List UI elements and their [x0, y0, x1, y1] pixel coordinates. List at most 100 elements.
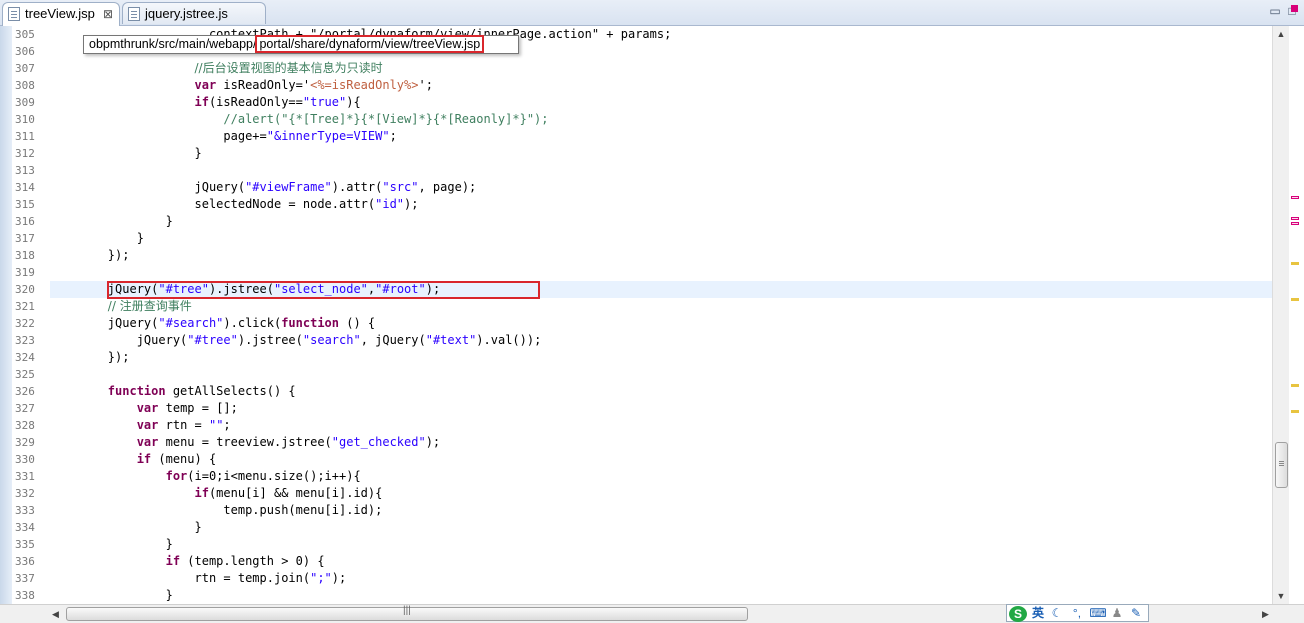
code-editor[interactable]: 305 306 307 308 309 310 311 312 313 314 315 316 317 3…	[0, 26, 1304, 604]
tab-label: jquery.jstree.js	[145, 6, 228, 21]
code-line-333: temp.push(menu[i].id);	[223, 503, 383, 517]
code-line-331: for(i=0;i<menu.size();i++){	[165, 469, 361, 483]
code-line-327: var temp = [];	[136, 401, 238, 415]
sogou-logo-icon[interactable]: S	[1009, 606, 1027, 622]
code-line-312: }	[194, 146, 202, 160]
code-line-307: //后台设置视图的基本信息为只读时	[194, 61, 383, 75]
warning-marker[interactable]	[1291, 384, 1299, 387]
error-marker[interactable]	[1291, 222, 1299, 225]
code-line-311: page+="&innerType=VIEW";	[223, 129, 397, 143]
horizontal-scroll-thumb[interactable]: |||	[66, 605, 748, 621]
tab-label: treeView.jsp	[25, 6, 95, 21]
line-number: 322	[15, 317, 35, 330]
line-number: 314	[15, 181, 35, 194]
line-number: 337	[15, 572, 35, 585]
code-line-321: // 注册查询事件	[107, 299, 192, 313]
code-line-336: if (temp.length > 0) {	[165, 554, 325, 568]
line-number: 331	[15, 470, 35, 483]
line-number: 318	[15, 249, 35, 262]
code-area[interactable]: contextPath + "/portal/dynaform/view/inn…	[50, 26, 1272, 604]
code-line-322: jQuery("#search").click(function () {	[107, 316, 376, 330]
user-icon[interactable]: ♟	[1109, 605, 1125, 623]
jsp-file-icon	[8, 7, 20, 21]
line-number: 336	[15, 555, 35, 568]
line-number: 325	[15, 368, 35, 381]
line-number: 333	[15, 504, 35, 517]
moon-icon[interactable]: ☾	[1049, 605, 1065, 623]
warning-marker[interactable]	[1291, 298, 1299, 301]
line-number: 326	[15, 385, 35, 398]
code-line-328: var rtn = "";	[136, 418, 231, 432]
scroll-up-icon[interactable]: ▲	[1273, 26, 1289, 42]
line-number: 306	[15, 45, 35, 58]
line-number: 338	[15, 589, 35, 602]
line-number: 305	[15, 28, 35, 41]
code-line-314: jQuery("#viewFrame").attr("src", page);	[194, 180, 477, 194]
code-line-324: });	[107, 350, 130, 364]
highlight-box-select-node	[107, 281, 540, 299]
tab-jquery-jstree-js[interactable]: jquery.jstree.js	[122, 2, 266, 24]
line-number: 313	[15, 164, 35, 177]
tooltip-path-prefix: obpmthrunk/src/main/webapp/	[89, 37, 257, 51]
line-number: 321	[15, 300, 35, 313]
warning-marker[interactable]	[1291, 410, 1299, 413]
line-number: 330	[15, 453, 35, 466]
code-line-323: jQuery("#tree").jstree("search", jQuery(…	[136, 333, 542, 347]
error-overview-indicator[interactable]	[1291, 5, 1298, 12]
code-line-332: if(menu[i] && menu[i].id){	[194, 486, 383, 500]
line-number: 315	[15, 198, 35, 211]
code-line-329: var menu = treeview.jstree("get_checked"…	[136, 435, 441, 449]
language-toggle[interactable]: 英	[1029, 605, 1047, 623]
line-number: 334	[15, 521, 35, 534]
line-number: 317	[15, 232, 35, 245]
line-number: 324	[15, 351, 35, 364]
code-line-338: }	[165, 588, 173, 602]
code-line-335: }	[165, 537, 173, 551]
code-line-334: }	[194, 520, 202, 534]
line-number: 323	[15, 334, 35, 347]
error-marker[interactable]	[1291, 217, 1299, 220]
code-line-317: }	[136, 231, 144, 245]
overview-ruler[interactable]	[1289, 26, 1304, 604]
tools-icon[interactable]: ✎	[1127, 605, 1145, 623]
line-number: 310	[15, 113, 35, 126]
code-line-318: });	[107, 248, 130, 262]
punctuation-icon[interactable]: °,	[1067, 605, 1087, 623]
scroll-down-icon[interactable]: ▼	[1273, 588, 1289, 604]
line-number: 335	[15, 538, 35, 551]
line-number: 332	[15, 487, 35, 500]
js-file-icon	[128, 7, 140, 21]
editor-tab-bar: treeView.jsp ⊠ jquery.jstree.js ▭ □	[0, 0, 1304, 26]
line-number: 307	[15, 62, 35, 75]
tab-treeview-jsp[interactable]: treeView.jsp ⊠	[2, 2, 120, 26]
editor-margin	[0, 26, 12, 604]
code-line-326: function getAllSelects() {	[107, 384, 296, 398]
code-line-330: if (menu) {	[136, 452, 217, 466]
code-line-337: rtn = temp.join(";");	[194, 571, 347, 585]
keyboard-icon[interactable]: ⌨	[1089, 605, 1107, 623]
line-number-gutter: 305 306 307 308 309 310 311 312 313 314 315 316 317 3…	[12, 26, 50, 604]
close-tab-icon[interactable]: ⊠	[103, 3, 113, 25]
tooltip-path-highlight: portal/share/dynaform/view/treeView.jsp	[255, 35, 485, 53]
line-number: 320	[15, 283, 35, 296]
code-line-315: selectedNode = node.attr("id");	[194, 197, 419, 211]
vertical-scrollbar[interactable]: ▲ ▼	[1272, 26, 1289, 604]
code-line-308: var isReadOnly='<%=isReadOnly%>';	[194, 78, 433, 92]
line-number: 312	[15, 147, 35, 160]
line-number: 309	[15, 96, 35, 109]
line-number: 327	[15, 402, 35, 415]
warning-marker[interactable]	[1291, 262, 1299, 265]
minimize-icon[interactable]: ▭	[1267, 3, 1283, 19]
code-line-310: //alert("{*[Tree]*}{*[View]*}{*[Reaonly]…	[223, 112, 549, 126]
code-line-309: if(isReadOnly=="true"){	[194, 95, 361, 109]
line-number: 319	[15, 266, 35, 279]
scroll-left-icon[interactable]: ◀	[52, 605, 59, 623]
file-path-tooltip: obpmthrunk/src/main/webapp/portal/share/…	[83, 35, 519, 54]
scroll-right-icon[interactable]: ▶	[1262, 605, 1269, 623]
line-number: 329	[15, 436, 35, 449]
vertical-scroll-thumb[interactable]	[1275, 442, 1288, 488]
error-marker[interactable]	[1291, 196, 1299, 199]
code-line-316: }	[165, 214, 173, 228]
line-number: 308	[15, 79, 35, 92]
line-number: 311	[15, 130, 35, 143]
